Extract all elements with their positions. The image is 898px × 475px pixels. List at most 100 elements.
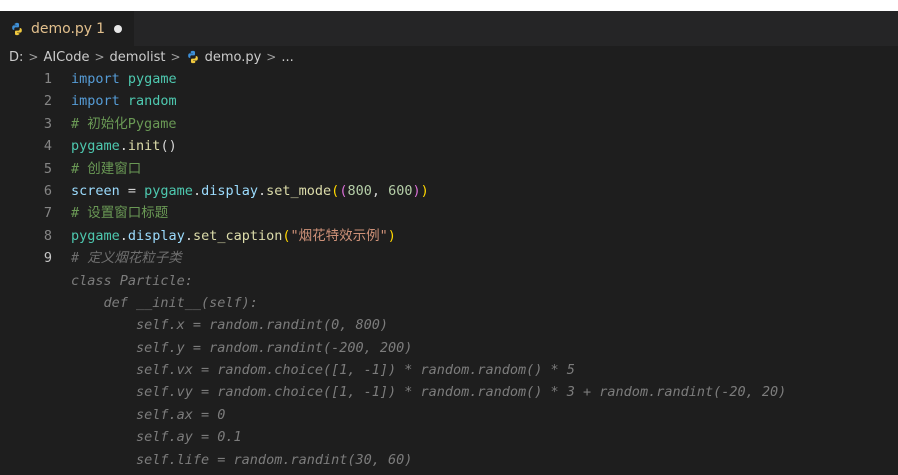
- code-line[interactable]: self.vx = random.choice([1, -1]) * rando…: [0, 359, 898, 381]
- tab-demo-py[interactable]: demo.py 1: [0, 11, 135, 46]
- code-token: ): [412, 182, 421, 199]
- code-token: ,: [371, 182, 389, 199]
- line-code: pygame.init(): [52, 135, 177, 157]
- code-token: .: [192, 182, 202, 199]
- code-line[interactable]: self.ay = 0.1: [0, 426, 898, 448]
- code-token: pygame: [71, 138, 120, 155]
- line-number: 9: [43, 250, 52, 267]
- code-token: "烟花特效示例": [290, 227, 388, 244]
- code-line[interactable]: 7 # 设置窗口标题: [0, 202, 898, 224]
- line-number: [0, 270, 52, 292]
- code-token: self.ax = 0: [71, 406, 226, 423]
- tab-bar: demo.py 1: [0, 11, 898, 46]
- code-token: self.y = random.randint(-200, 200): [71, 339, 413, 356]
- line-number: 5: [43, 160, 52, 177]
- code-token: import: [71, 93, 120, 110]
- breadcrumb-folder-aicode[interactable]: AICode: [43, 50, 89, 65]
- code-token: .: [184, 227, 193, 244]
- code-line[interactable]: 9 # 定义烟花粒子类: [0, 247, 898, 270]
- code-line[interactable]: 3 # 初始化Pygame: [0, 113, 898, 135]
- breadcrumb-symbols[interactable]: ...: [281, 50, 293, 65]
- code-line[interactable]: self.ax = 0: [0, 404, 898, 426]
- line-number: 3: [43, 115, 52, 132]
- line-code: # 定义烟花粒子类: [52, 247, 182, 269]
- line-number: 4: [43, 138, 52, 155]
- code-token: import: [71, 71, 120, 87]
- editor-window: demo.py 1 D: > AICode > demolist > demo.…: [0, 11, 898, 475]
- code-token: display: [127, 227, 185, 244]
- line-code: # 创建窗口: [52, 158, 141, 180]
- line-code: self.y = random.randint(-200, 200): [52, 337, 412, 359]
- line-code: self.x = random.randint(0, 800): [52, 314, 388, 336]
- code-line[interactable]: 5 # 创建窗口: [0, 158, 898, 180]
- code-token: pygame: [127, 71, 177, 87]
- line-code: # 初始化Pygame: [52, 113, 177, 135]
- code-token: (): [160, 138, 177, 155]
- code-line[interactable]: 4 pygame.init(): [0, 135, 898, 157]
- code-line[interactable]: self.x = random.randint(0, 800): [0, 314, 898, 336]
- code-token: self.vx = random.choice([1, -1]) * rando…: [71, 362, 575, 379]
- code-token: def __init__(self):: [71, 294, 258, 311]
- code-token: set_mode: [266, 182, 332, 199]
- code-token: self.vy = random.choice([1, -1]) * rando…: [71, 384, 787, 401]
- line-code: pygame.display.set_caption("烟花特效示例"): [52, 225, 396, 247]
- line-code: def __init__(self):: [52, 292, 258, 314]
- code-token: random: [127, 93, 177, 110]
- code-line[interactable]: self.life = random.randint(30, 60): [0, 449, 898, 471]
- line-code: class Particle:: [52, 270, 193, 292]
- line-code: self.vx = random.choice([1, -1]) * rando…: [52, 359, 575, 381]
- line-number: 7: [43, 205, 52, 222]
- problems-count: 1: [96, 21, 106, 37]
- line-number: [0, 381, 52, 403]
- code-line[interactable]: 8 pygame.display.set_caption("烟花特效示例"): [0, 225, 898, 247]
- line-number: [0, 404, 52, 426]
- code-token: # 创建窗口: [71, 160, 142, 177]
- code-line[interactable]: 2 import random: [0, 90, 898, 112]
- code-line[interactable]: 6 screen = pygame.display.set_mode((800, …: [0, 180, 898, 202]
- code-token: ): [387, 227, 396, 244]
- breadcrumb-file[interactable]: demo.py: [205, 50, 262, 65]
- breadcrumb-drive[interactable]: D:: [9, 50, 23, 65]
- line-number: [0, 292, 52, 314]
- code-token: .: [119, 138, 128, 155]
- line-code: self.vy = random.choice([1, -1]) * rando…: [52, 381, 786, 403]
- line-number: [0, 337, 52, 359]
- code-line[interactable]: class Particle:: [0, 270, 898, 292]
- code-token: pygame: [144, 182, 193, 199]
- code-token: .: [258, 182, 267, 199]
- code-token: init: [127, 138, 161, 155]
- chevron-right-icon: >: [94, 50, 105, 64]
- code-line[interactable]: self.y = random.randint(-200, 200): [0, 337, 898, 359]
- code-line[interactable]: 1 import pygame: [0, 68, 898, 90]
- line-code: # 设置窗口标题: [52, 202, 168, 224]
- code-token: # 定义烟花粒子类: [71, 250, 182, 267]
- line-number: [0, 359, 52, 381]
- line-code: screen = pygame.display.set_mode((800, 6…: [52, 180, 429, 202]
- line-code: import random: [52, 90, 177, 112]
- breadcrumb-folder-demolist[interactable]: demolist: [110, 50, 166, 65]
- code-line[interactable]: def __init__(self):: [0, 292, 898, 314]
- line-number: [0, 426, 52, 448]
- code-token: # 设置窗口标题: [71, 205, 169, 222]
- code-editor[interactable]: 1 import pygame 2 import random 3 # 初始化Pygame…: [0, 68, 898, 471]
- code-token: # 初始化Pygame: [71, 115, 177, 132]
- code-token: (: [282, 227, 291, 244]
- code-token: class Particle:: [71, 272, 193, 289]
- code-token: =: [119, 182, 145, 199]
- line-code: self.ax = 0: [52, 404, 225, 426]
- line-number: [0, 449, 52, 471]
- unsaved-dot-icon[interactable]: [114, 25, 123, 33]
- python-icon: [12, 22, 22, 36]
- line-number: 1: [43, 71, 52, 87]
- python-icon: [187, 50, 198, 64]
- tab-filename: demo.py: [31, 21, 93, 37]
- line-number: 8: [43, 227, 52, 244]
- code-token: ): [420, 182, 429, 199]
- line-code: self.ay = 0.1: [52, 426, 242, 448]
- code-token: .: [119, 227, 128, 244]
- line-number: [0, 314, 52, 336]
- code-line[interactable]: self.vy = random.choice([1, -1]) * rando…: [0, 381, 898, 403]
- breadcrumb: D: > AICode > demolist > demo.py > ...: [0, 46, 898, 68]
